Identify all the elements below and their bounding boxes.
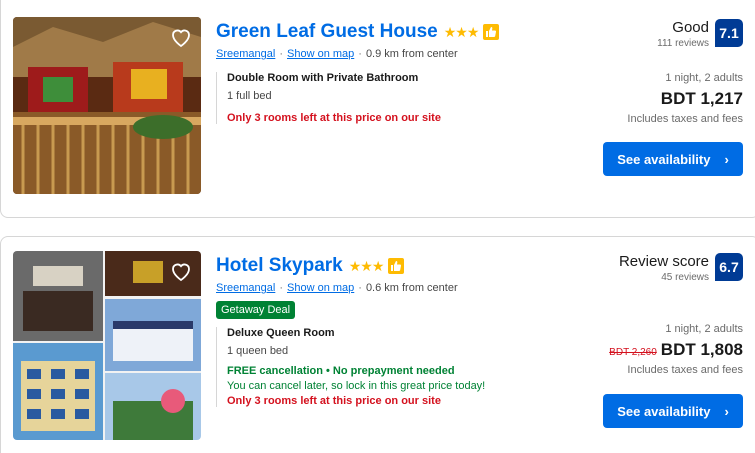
taxes-note: Includes taxes and fees [627,364,743,376]
review-summary[interactable]: Good 111 reviews 7.1 [603,19,743,49]
getaway-deal-badge: Getaway Deal [216,301,296,319]
see-availability-button[interactable]: See availability › [603,142,743,176]
review-score-badge: 7.1 [715,19,743,47]
area-link[interactable]: Sreemangal [216,282,275,294]
separator-dot: · [358,48,362,60]
review-count: 45 reviews [661,272,709,283]
bed-info: 1 queen bed [227,345,289,357]
stay-info: 1 night, 2 adults [665,72,743,84]
area-link[interactable]: Sreemangal [216,48,275,60]
review-summary[interactable]: Review score 45 reviews 6.7 [603,253,743,283]
bed-info: 1 full bed [227,90,272,102]
review-word: Good [672,19,709,36]
room-block: Deluxe Queen Room 1 queen bed FREE cance… [216,327,485,407]
property-info: Hotel Skypark ★★★ Sreemangal · Show on m… [216,253,485,407]
separator-dot: · [279,48,283,60]
heart-icon[interactable] [169,25,193,49]
price: BDT 1,217 [660,89,743,108]
property-photo[interactable] [13,17,201,194]
button-label: See availability [617,151,711,167]
review-score-badge: 6.7 [715,253,743,281]
original-price: BDT 2,260 [609,347,657,358]
separator-dot: · [358,282,362,294]
price-column: Good 111 reviews 7.1 1 night, 2 adults B… [603,19,743,176]
property-info: Green Leaf Guest House ★★★ Sreemangal · … [216,19,500,124]
property-card: Hotel Skypark ★★★ Sreemangal · Show on m… [0,236,755,453]
thumbs-up-icon [483,24,500,40]
property-name-link[interactable]: Hotel Skypark [216,255,343,277]
room-block: Double Room with Private Bathroom 1 full… [216,72,499,124]
star-rating: ★★★ [443,23,480,40]
see-availability-button[interactable]: See availability › [603,394,743,428]
property-card: Green Leaf Guest House ★★★ Sreemangal · … [0,0,755,218]
chevron-right-icon: › [724,403,729,419]
room-name: Double Room with Private Bathroom [227,72,419,84]
show-on-map-link[interactable]: Show on map [287,48,354,60]
star-rating: ★★★ [348,257,385,274]
distance-text: 0.9 km from center [365,48,458,60]
price-column: Review score 45 reviews 6.7 1 night, 2 a… [603,253,743,428]
stay-info: 1 night, 2 adults [665,323,743,335]
button-label: See availability [617,403,711,419]
review-count: 111 reviews [657,38,709,49]
free-cancellation-text: FREE cancellation • No prepayment needed [227,365,455,377]
property-name-link[interactable]: Green Leaf Guest House [216,21,438,43]
distance-text: 0.6 km from center [365,282,458,294]
room-name: Deluxe Queen Room [227,327,335,339]
review-word: Review score [618,253,709,270]
price: BDT 1,808 [660,340,743,359]
show-on-map-link[interactable]: Show on map [287,282,354,294]
chevron-right-icon: › [724,151,729,167]
rooms-left-text: Only 3 rooms left at this price on our s… [227,395,441,407]
rooms-left-text: Only 3 rooms left at this price on our s… [227,112,441,124]
cancel-later-text: You can cancel later, so lock in this gr… [227,380,486,392]
thumbs-up-icon [388,258,405,274]
separator-dot: · [279,282,283,294]
taxes-note: Includes taxes and fees [627,113,743,125]
heart-icon[interactable] [169,259,193,283]
property-photo[interactable] [13,251,201,440]
